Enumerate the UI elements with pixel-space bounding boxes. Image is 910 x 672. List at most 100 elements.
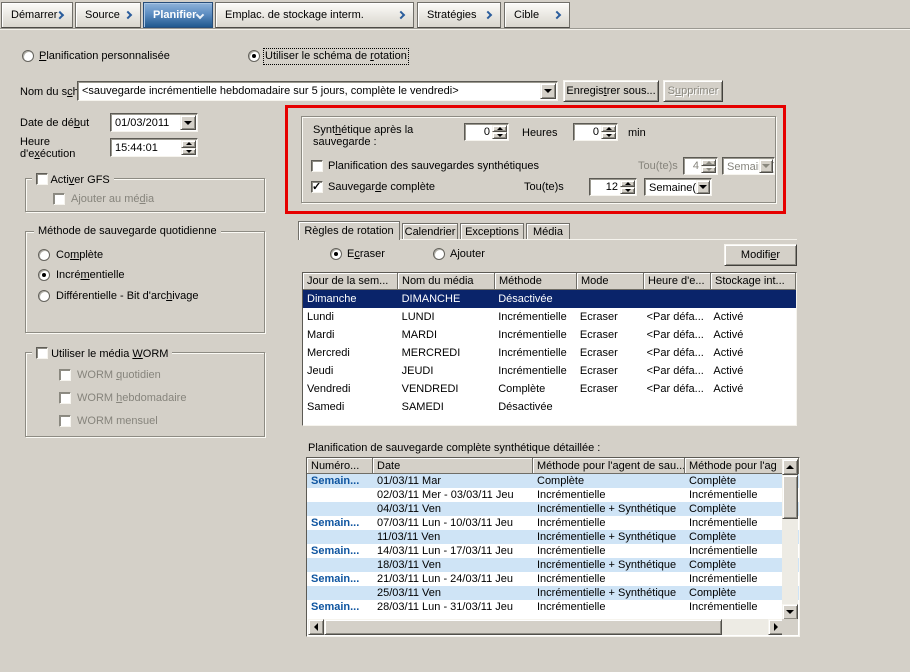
vertical-scrollbar[interactable] bbox=[782, 459, 798, 620]
scrollbar-thumb[interactable] bbox=[782, 475, 798, 519]
table-row[interactable]: Mardi MARDI Incrémentielle Ecraser <Par … bbox=[303, 326, 796, 344]
tab-regles-rotation[interactable]: Règles de rotation bbox=[298, 221, 400, 240]
spin-down-button[interactable] bbox=[492, 132, 507, 139]
enable-gfs-label[interactable]: Activer GFS bbox=[50, 174, 109, 186]
column-header-day[interactable]: Jour de la sem... bbox=[303, 273, 398, 290]
table-row[interactable]: Mercredi MERCREDI Incrémentielle Ecraser… bbox=[303, 344, 796, 362]
tab-media[interactable]: Média bbox=[526, 223, 570, 240]
table-row[interactable]: 18/03/11 Ven Incrémentielle + Synthétiqu… bbox=[307, 558, 799, 572]
table-row[interactable]: 11/03/11 Ven Incrémentielle + Synthétiqu… bbox=[307, 530, 799, 544]
spinner-buttons[interactable] bbox=[492, 125, 507, 139]
full-backup-checkbox[interactable] bbox=[311, 181, 323, 193]
plan-synthetic-checkbox[interactable] bbox=[311, 160, 323, 172]
worm-daily-checkbox bbox=[59, 369, 71, 381]
save-as-button[interactable]: Enregistrer sous... bbox=[563, 80, 659, 102]
column-header-time[interactable]: Heure d'e... bbox=[644, 273, 711, 290]
start-date-picker[interactable]: 01/03/2011 bbox=[110, 113, 198, 132]
full-unit-combobox[interactable]: Semaine(s) bbox=[644, 178, 712, 196]
tab-demarrer[interactable]: Démarrer bbox=[1, 2, 73, 28]
tab-exceptions[interactable]: Exceptions bbox=[460, 223, 524, 240]
tab-source[interactable]: Source bbox=[75, 2, 141, 28]
caret-down-icon bbox=[786, 610, 794, 614]
use-worm-label[interactable]: Utiliser le média WORM bbox=[51, 348, 168, 360]
rotation-plan-label[interactable]: Utiliser le schéma de rotation bbox=[265, 50, 407, 63]
table-row-selected[interactable]: Dimanche DIMANCHE Désactivée bbox=[303, 290, 796, 308]
table-row[interactable]: 04/03/11 Ven Incrémentielle + Synthétiqu… bbox=[307, 502, 799, 516]
table-row[interactable]: 25/03/11 Ven Incrémentielle + Synthétiqu… bbox=[307, 586, 799, 600]
method-incremental-radio[interactable] bbox=[38, 269, 50, 281]
table-row[interactable]: 02/03/11 Mer - 03/03/11 Jeu Incrémentiel… bbox=[307, 488, 799, 502]
dropdown-arrow-button[interactable] bbox=[696, 180, 710, 194]
dropdown-arrow-button[interactable] bbox=[540, 83, 556, 99]
method-complete-label[interactable]: Complète bbox=[56, 249, 103, 262]
exec-time-spinner[interactable]: 15:44:01 bbox=[110, 138, 198, 157]
plan-count-value: 4 bbox=[686, 160, 699, 172]
scroll-down-button[interactable] bbox=[782, 604, 798, 620]
spin-down-button[interactable] bbox=[620, 187, 635, 194]
enable-gfs-checkbox[interactable] bbox=[36, 173, 48, 185]
cell: 14/03/11 Lun - 17/03/11 Jeu bbox=[373, 544, 533, 558]
schema-name-combobox[interactable]: <sauvegarde incrémentielle hebdomadaire … bbox=[77, 81, 558, 101]
column-header-method[interactable]: Méthode bbox=[495, 273, 577, 290]
cell: Ecraser bbox=[576, 326, 643, 344]
column-header-media[interactable]: Nom du média bbox=[398, 273, 495, 290]
tab-planifier[interactable]: Planifier bbox=[143, 2, 213, 28]
spin-up-button[interactable] bbox=[181, 140, 196, 148]
table-row[interactable]: Semain... 07/03/11 Lun - 10/03/11 Jeu In… bbox=[307, 516, 799, 530]
full-count-spinner[interactable]: 12 bbox=[589, 178, 637, 196]
synthetic-minutes-spinner[interactable]: 0 bbox=[573, 123, 618, 141]
method-complete-radio[interactable] bbox=[38, 249, 50, 261]
dropdown-arrow-button[interactable] bbox=[180, 115, 196, 130]
table-row[interactable]: Semain... 14/03/11 Lun - 17/03/11 Jeu In… bbox=[307, 544, 799, 558]
table-row[interactable]: Semain... 28/03/11 Lun - 31/03/11 Jeu In… bbox=[307, 600, 799, 614]
scrollbar-thumb[interactable] bbox=[324, 619, 722, 635]
cell: Incrémentielle bbox=[533, 516, 685, 530]
overwrite-label[interactable]: Ecraser bbox=[347, 248, 385, 261]
spinner-buttons[interactable] bbox=[620, 180, 635, 194]
table-row[interactable]: Semain... 21/03/11 Lun - 24/03/11 Jeu In… bbox=[307, 572, 799, 586]
worm-daily-label: WORM quotidien bbox=[77, 369, 161, 382]
table-row[interactable]: Samedi SAMEDI Désactivée bbox=[303, 398, 796, 416]
method-differential-label[interactable]: Différentielle - Bit d'archivage bbox=[56, 290, 199, 303]
table-row[interactable]: Vendredi VENDREDI Complète Ecraser <Par … bbox=[303, 380, 796, 398]
spin-up-button[interactable] bbox=[492, 125, 507, 132]
append-label[interactable]: Ajouter bbox=[450, 248, 485, 261]
plan-synthetic-label[interactable]: Planification des sauvegardes synthétiqu… bbox=[328, 160, 539, 173]
tab-emplacement-stockage[interactable]: Emplac. de stockage interm. bbox=[215, 2, 414, 28]
tab-calendrier[interactable]: Calendrier bbox=[402, 223, 458, 240]
synthetic-hours-spinner[interactable]: 0 bbox=[464, 123, 509, 141]
chevron-down-icon bbox=[196, 11, 204, 19]
method-differential-radio[interactable] bbox=[38, 290, 50, 302]
table-row[interactable]: Semain... 01/03/11 Mar Complète Complète bbox=[307, 474, 799, 488]
cell: <Par défa... bbox=[643, 326, 710, 344]
caret-down-icon bbox=[186, 150, 192, 153]
column-header-date[interactable]: Date bbox=[373, 458, 533, 474]
modify-button[interactable]: Modifier bbox=[724, 244, 797, 266]
custom-plan-label[interactable]: Planification personnalisée bbox=[39, 50, 170, 63]
scroll-up-button[interactable] bbox=[782, 459, 798, 475]
scroll-left-button[interactable] bbox=[308, 619, 324, 635]
spinner-buttons[interactable] bbox=[181, 140, 196, 155]
custom-plan-radio[interactable] bbox=[22, 50, 34, 62]
table-row[interactable]: Lundi LUNDI Incrémentielle Ecraser <Par … bbox=[303, 308, 796, 326]
horizontal-scrollbar[interactable] bbox=[308, 619, 784, 635]
full-backup-label[interactable]: Sauvegarde complète bbox=[328, 181, 435, 194]
spin-down-button[interactable] bbox=[181, 148, 196, 156]
append-radio[interactable] bbox=[433, 248, 445, 260]
method-incremental-label[interactable]: Incrémentielle bbox=[56, 269, 125, 282]
tab-strategies[interactable]: Stratégies bbox=[417, 2, 501, 28]
column-header-number[interactable]: Numéro... bbox=[307, 458, 373, 474]
column-header-method-agent[interactable]: Méthode pour l'agent de sau... bbox=[533, 458, 685, 474]
dropdown-arrow-button bbox=[759, 159, 773, 173]
rotation-plan-radio[interactable] bbox=[248, 50, 260, 62]
table-row[interactable]: Jeudi JEUDI Incrémentielle Ecraser <Par … bbox=[303, 362, 796, 380]
column-header-storage[interactable]: Stockage int... bbox=[711, 273, 796, 290]
overwrite-radio[interactable] bbox=[330, 248, 342, 260]
spin-down-button[interactable] bbox=[601, 132, 616, 139]
spin-up-button[interactable] bbox=[601, 125, 616, 132]
use-worm-checkbox[interactable] bbox=[36, 347, 48, 359]
spinner-buttons[interactable] bbox=[601, 125, 616, 139]
tab-cible[interactable]: Cible bbox=[504, 2, 570, 28]
spin-up-button[interactable] bbox=[620, 180, 635, 187]
column-header-mode[interactable]: Mode bbox=[577, 273, 644, 290]
